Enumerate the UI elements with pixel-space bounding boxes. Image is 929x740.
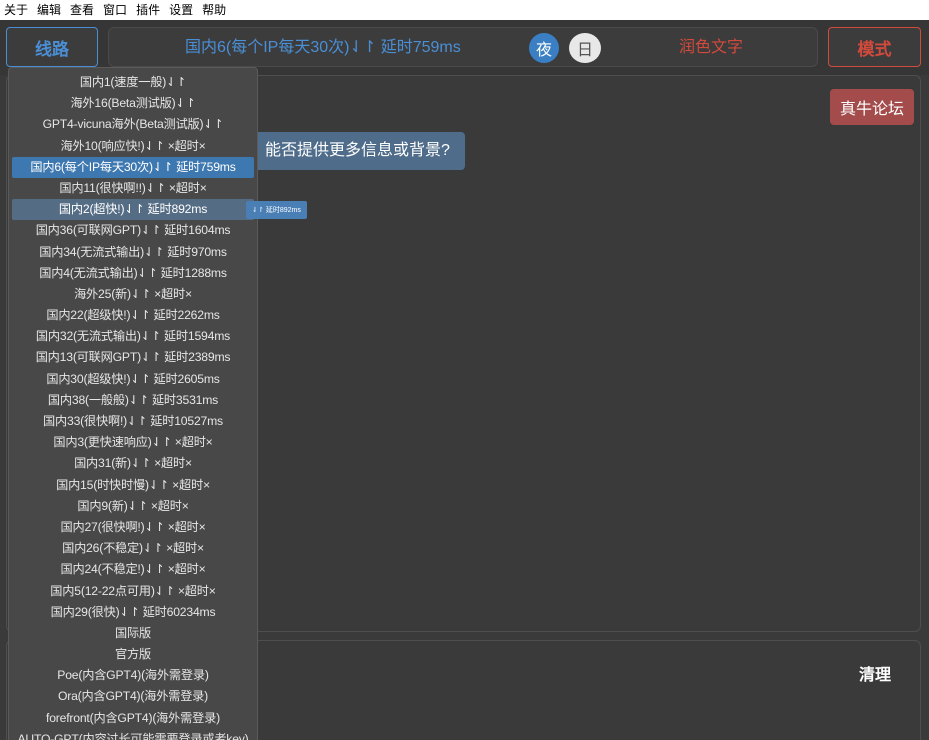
polish-text-button[interactable]: 润色文字 (679, 28, 743, 68)
menu-settings[interactable]: 设置 (165, 0, 198, 20)
menu-plugins[interactable]: 插件 (132, 0, 165, 20)
route-option[interactable]: 国内38(一般般)⇃↾ 延时3531ms (12, 390, 254, 411)
status-bar: 国内6(每个IP每天30次)⇃↾ 延时759ms 夜 日 润色文字 (108, 27, 818, 67)
menu-edit[interactable]: 编辑 (33, 0, 66, 20)
route-option[interactable]: 国内13(可联网GPT)⇃↾ 延时2389ms (12, 347, 254, 368)
route-option[interactable]: 国内2(超快!)⇃↾ 延时892ms (12, 199, 254, 221)
route-option[interactable]: Ora(内含GPT4)(海外需登录) (12, 686, 254, 707)
menu-window[interactable]: 窗口 (99, 0, 132, 20)
menu-about[interactable]: 关于 (0, 0, 33, 20)
night-mode-button[interactable]: 夜 (529, 33, 559, 63)
route-option[interactable]: 国内34(无流式输出)⇃↾ 延时970ms (12, 242, 254, 263)
route-option[interactable]: 国内6(每个IP每天30次)⇃↾ 延时759ms (12, 156, 254, 178)
route-option[interactable]: 国内36(可联网GPT)⇃↾ 延时1604ms (12, 220, 254, 241)
mode-button[interactable]: 模式 (828, 27, 921, 67)
menu-bar: 关于 编辑 查看 窗口 插件 设置 帮助 (0, 0, 929, 20)
route-option[interactable]: 国内27(很快啊!)⇃↾ ×超时× (12, 517, 254, 538)
forum-button[interactable]: 真牛论坛 (830, 89, 914, 125)
route-option[interactable]: 国内4(无流式输出)⇃↾ 延时1288ms (12, 263, 254, 284)
route-button[interactable]: 线路 (6, 27, 98, 67)
menu-help[interactable]: 帮助 (198, 0, 231, 20)
route-option[interactable]: 国内31(新)⇃↾ ×超时× (12, 453, 254, 474)
route-option[interactable]: 国内24(不稳定!)⇃↾ ×超时× (12, 559, 254, 580)
route-option[interactable]: 国内33(很快啊!)⇃↾ 延时10527ms (12, 411, 254, 432)
route-option[interactable]: 官方版 (12, 644, 254, 665)
route-option[interactable]: 国际版 (12, 623, 254, 644)
route-option[interactable]: 海外25(新)⇃↾ ×超时× (12, 284, 254, 305)
menu-view[interactable]: 查看 (66, 0, 99, 20)
route-option[interactable]: 国内26(不稳定)⇃↾ ×超时× (12, 538, 254, 559)
route-option[interactable]: 国内9(新)⇃↾ ×超时× (12, 496, 254, 517)
route-option[interactable]: GPT4-vicuna海外(Beta测试版)⇃↾ (12, 114, 254, 135)
current-route-status: 国内6(每个IP每天30次)⇃↾ 延时759ms (185, 39, 461, 56)
route-option[interactable]: 国内3(更快速响应)⇃↾ ×超时× (12, 432, 254, 453)
route-option[interactable]: AUTO-GPT(内容过长可能需要登录或者key) (12, 729, 254, 740)
route-option[interactable]: 国内15(时快时慢)⇃↾ ×超时× (12, 475, 254, 496)
route-dropdown[interactable]: 国内1(速度一般)⇃↾ 海外16(Beta测试版)⇃↾ GPT4-vicuna海外(… (8, 67, 258, 740)
route-option[interactable]: 国内32(无流式输出)⇃↾ 延时1594ms (12, 326, 254, 347)
route-option[interactable]: 海外16(Beta测试版)⇃↾ (12, 93, 254, 114)
chat-message-bubble: 能否提供更多信息或背景? (239, 132, 465, 170)
route-option[interactable]: 国内29(很快)⇃↾ 延时60234ms (12, 602, 254, 623)
route-option[interactable]: 国内22(超级快!)⇃↾ 延时2262ms (12, 305, 254, 326)
route-option[interactable]: Poe(内含GPT4)(海外需登录) (12, 665, 254, 686)
route-option[interactable]: 国内11(很快啊!!)⇃↾ ×超时× (12, 178, 254, 199)
route-option[interactable]: 国内1(速度一般)⇃↾ (12, 72, 254, 93)
route-option[interactable]: 国内30(超级快!)⇃↾ 延时2605ms (12, 369, 254, 390)
route-option[interactable]: 海外10(响应快!)⇃↾ ×超时× (12, 136, 254, 157)
day-mode-button[interactable]: 日 (569, 33, 601, 63)
route-option[interactable]: 国内5(12-22点可用)⇃↾ ×超时× (12, 581, 254, 602)
route-option[interactable]: forefront(内含GPT4)(海外需登录) (12, 708, 254, 729)
clear-button[interactable]: 清理 (859, 661, 891, 685)
latency-tooltip: ⇃↾ 延时892ms (246, 201, 307, 219)
